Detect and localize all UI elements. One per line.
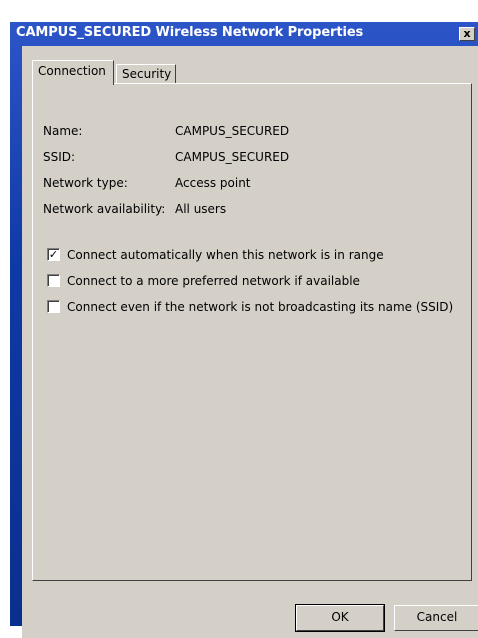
name-value: CAMPUS_SECURED [175, 124, 290, 138]
close-button[interactable]: x [459, 27, 475, 41]
network-type-value: Access point [175, 176, 251, 190]
preferred-network-label[interactable]: Connect to a more preferred network if a… [67, 274, 360, 288]
ssid-label: SSID: [43, 150, 76, 164]
dialog-body: Connection Security Name: CAMPUS_SECURED… [22, 46, 478, 638]
connection-panel: Name: CAMPUS_SECURED SSID: CAMPUS_SECURE… [32, 83, 472, 581]
auto-connect-checkbox[interactable]: ✓ [47, 248, 60, 261]
hidden-ssid-label[interactable]: Connect even if the network is not broad… [67, 300, 453, 314]
tab-connection[interactable]: Connection [32, 60, 114, 85]
network-type-label: Network type: [43, 176, 128, 190]
tab-security[interactable]: Security [116, 64, 176, 84]
ssid-value: CAMPUS_SECURED [175, 150, 290, 164]
properties-dialog: CAMPUS_SECURED Wireless Network Properti… [10, 22, 478, 638]
network-availability-label: Network availability: [43, 202, 166, 216]
close-icon: x [463, 27, 471, 40]
name-label: Name: [43, 124, 83, 138]
title-bar[interactable]: CAMPUS_SECURED Wireless Network Properti… [10, 22, 478, 44]
network-availability-value: All users [175, 202, 227, 216]
window-title: CAMPUS_SECURED Wireless Network Properti… [16, 25, 364, 40]
cancel-button[interactable]: Cancel [394, 605, 478, 631]
auto-connect-label[interactable]: Connect automatically when this network … [67, 248, 384, 262]
hidden-ssid-checkbox[interactable] [47, 300, 60, 313]
preferred-network-checkbox[interactable] [47, 274, 60, 287]
ok-button[interactable]: OK [295, 604, 385, 632]
